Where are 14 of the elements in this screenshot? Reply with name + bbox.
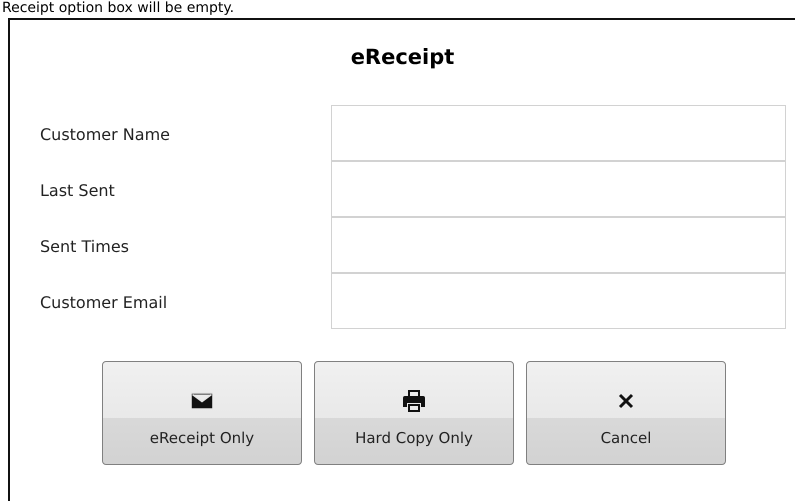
input-field[interactable]: [331, 105, 786, 161]
caption-text: Receipt option box will be empty.: [2, 0, 234, 17]
input-field[interactable]: [331, 273, 786, 329]
input-field[interactable]: [331, 217, 786, 273]
printer-icon: [403, 390, 425, 412]
field-label: Customer Email: [39, 292, 168, 314]
field-label: Sent Times: [39, 236, 130, 258]
field-label: Last Sent: [39, 180, 116, 202]
action-button[interactable]: eReceipt Only: [102, 361, 302, 465]
input-field[interactable]: [331, 161, 786, 217]
action-button[interactable]: Cancel: [526, 361, 726, 465]
field-label: Customer Name: [39, 124, 172, 146]
action-button[interactable]: Hard Copy Only: [314, 361, 514, 465]
dialog-title: eReceipt: [350, 44, 456, 71]
